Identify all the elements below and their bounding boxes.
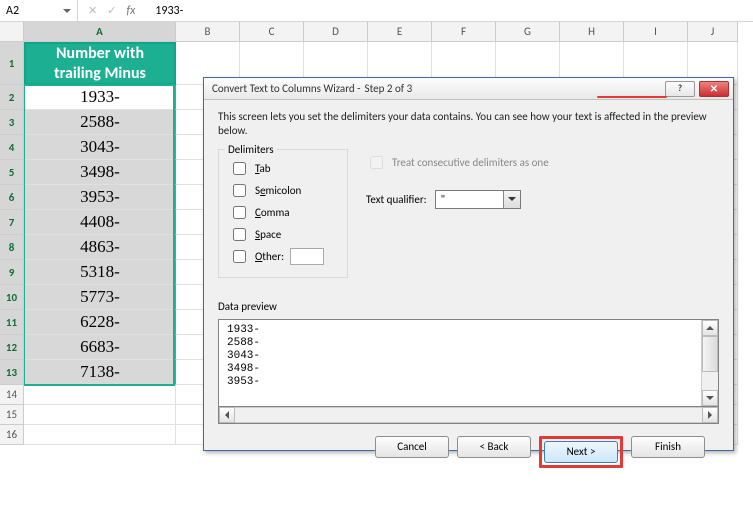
cell-A6[interactable]: 3953-	[24, 185, 176, 210]
cell-A7[interactable]: 4408-	[24, 210, 176, 235]
delimiter-other[interactable]: Other:	[229, 247, 337, 266]
chevron-down-icon[interactable]	[503, 191, 520, 208]
preview-vertical-scrollbar[interactable]	[701, 320, 718, 406]
row-header[interactable]: 4	[0, 135, 24, 160]
fx-icon[interactable]: fx	[126, 4, 135, 18]
annotation-underline	[597, 96, 667, 98]
cell-A2[interactable]: 1933-	[24, 85, 176, 110]
dialog-button-row: Cancel < Back Next > Finish	[218, 424, 719, 468]
space-checkbox[interactable]	[233, 228, 246, 241]
col-header[interactable]: J	[688, 22, 738, 42]
row-header[interactable]: 1	[0, 42, 24, 85]
scroll-left-button[interactable]	[219, 407, 235, 423]
column-headers: A B C D E F G H I J	[24, 22, 753, 42]
treat-consecutive-option[interactable]: Treat consecutive delimiters as one	[366, 153, 719, 172]
row-header[interactable]: 6	[0, 185, 24, 210]
chevron-down-icon[interactable]	[63, 9, 71, 13]
col-header[interactable]: D	[304, 22, 368, 42]
select-all-corner[interactable]	[0, 22, 24, 42]
delimiters-group: Delimiters Tab Semicolon Comma Space Oth…	[218, 149, 348, 278]
cell-A9[interactable]: 5318-	[24, 260, 176, 285]
row-header[interactable]: 9	[0, 260, 24, 285]
semicolon-checkbox[interactable]	[233, 184, 246, 197]
col-header[interactable]: F	[432, 22, 496, 42]
cell-A12[interactable]: 6683-	[24, 335, 176, 360]
delimiters-legend: Delimiters	[225, 143, 277, 156]
cancel-icon: ✕	[88, 4, 97, 17]
col-header[interactable]: E	[368, 22, 432, 42]
row-header[interactable]: 15	[0, 405, 24, 425]
row-header[interactable]: 5	[0, 160, 24, 185]
scroll-down-button[interactable]	[702, 390, 718, 406]
data-preview-content: 1933- 2588- 3043- 3498- 3953-	[219, 320, 701, 406]
row-headers: 1 2 3 4 5 6 7 8 9 10 11 12 13 14 15 16	[0, 22, 24, 509]
cell-A8[interactable]: 4863-	[24, 235, 176, 260]
text-to-columns-dialog: Convert Text to Columns Wizard - Step 2 …	[203, 77, 734, 451]
row-header[interactable]: 11	[0, 310, 24, 335]
dialog-intro-text: This screen lets you set the delimiters …	[218, 110, 719, 139]
row-header[interactable]: 3	[0, 110, 24, 135]
cell-A13[interactable]: 7138-	[24, 360, 176, 385]
treat-consecutive-checkbox	[370, 156, 383, 169]
row-header[interactable]: 2	[0, 85, 24, 110]
row-header[interactable]: 8	[0, 235, 24, 260]
cell-A3[interactable]: 2588-	[24, 110, 176, 135]
row-header[interactable]: 16	[0, 425, 24, 445]
row-header[interactable]: 14	[0, 385, 24, 405]
col-header[interactable]: G	[496, 22, 560, 42]
other-checkbox[interactable]	[233, 250, 246, 263]
delimiter-space[interactable]: Space	[229, 225, 337, 244]
preview-horizontal-scrollbar[interactable]	[218, 407, 719, 424]
close-button[interactable]: ✕	[699, 81, 729, 97]
name-box-value: A2	[6, 4, 19, 18]
data-preview-label: Data preview	[218, 300, 719, 313]
dialog-title-prefix: Convert Text to Columns Wizard -	[212, 82, 361, 95]
help-button[interactable]: ?	[665, 81, 695, 97]
cell-A11[interactable]: 6228-	[24, 310, 176, 335]
name-box[interactable]: A2	[0, 0, 78, 21]
tab-checkbox[interactable]	[233, 162, 246, 175]
cell-A5[interactable]: 3498-	[24, 160, 176, 185]
cell-A1[interactable]: Number with trailing Minus	[24, 42, 176, 85]
text-qualifier-value: "	[436, 193, 503, 206]
cell-A4[interactable]: 3043-	[24, 135, 176, 160]
annotation-next-highlight: Next >	[539, 436, 623, 468]
dialog-title-step: Step 2 of 3	[365, 82, 413, 95]
scroll-up-button[interactable]	[702, 320, 718, 336]
col-header[interactable]: B	[176, 22, 240, 42]
text-qualifier-label: Text qualifier:	[366, 193, 427, 206]
text-qualifier-row: Text qualifier: "	[366, 190, 719, 209]
next-button[interactable]: Next >	[544, 441, 618, 463]
row-header[interactable]: 10	[0, 285, 24, 310]
check-icon: ✓	[107, 4, 116, 17]
formula-bar-buttons: ✕ ✓ fx	[78, 4, 145, 18]
row-header[interactable]: 13	[0, 360, 24, 385]
formula-bar-row: A2 ✕ ✓ fx 1933-	[0, 0, 753, 22]
other-delimiter-input[interactable]	[290, 248, 324, 265]
scroll-thumb[interactable]	[702, 336, 718, 372]
formula-bar-input[interactable]: 1933-	[145, 4, 753, 18]
col-header[interactable]: A	[24, 22, 176, 42]
cancel-button[interactable]: Cancel	[375, 436, 449, 458]
data-preview-box: 1933- 2588- 3043- 3498- 3953-	[218, 319, 719, 407]
row-header[interactable]: 12	[0, 335, 24, 360]
col-header[interactable]: I	[624, 22, 688, 42]
scroll-right-button[interactable]	[702, 407, 718, 423]
delimiter-tab[interactable]: Tab	[229, 159, 337, 178]
col-header[interactable]: H	[560, 22, 624, 42]
finish-button[interactable]: Finish	[631, 436, 705, 458]
col-header[interactable]: C	[240, 22, 304, 42]
comma-checkbox[interactable]	[233, 206, 246, 219]
back-button[interactable]: < Back	[457, 436, 531, 458]
text-qualifier-combo[interactable]: "	[435, 190, 521, 209]
delimiter-semicolon[interactable]: Semicolon	[229, 181, 337, 200]
row-header[interactable]: 7	[0, 210, 24, 235]
cell-A10[interactable]: 5773-	[24, 285, 176, 310]
delimiter-comma[interactable]: Comma	[229, 203, 337, 222]
